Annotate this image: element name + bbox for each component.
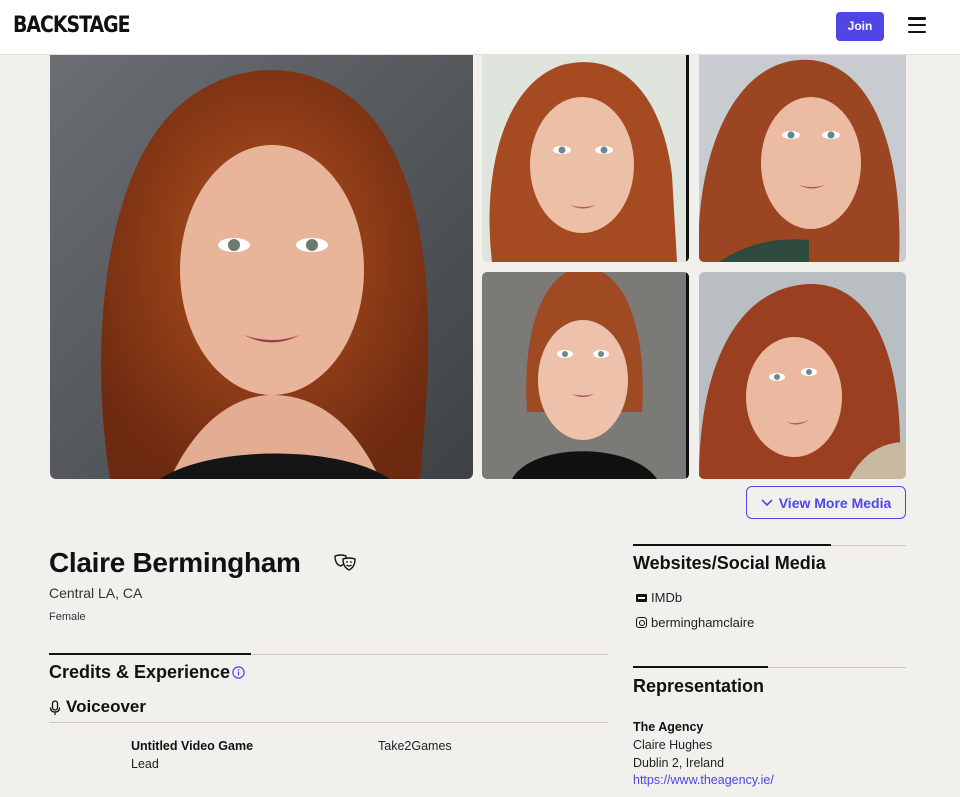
representation-agency: The Agency: [633, 720, 704, 734]
imdb-link[interactable]: IMDb: [636, 590, 682, 605]
social-divider-accent: [633, 544, 831, 546]
instagram-icon: [636, 617, 647, 628]
profile-gender: Female: [49, 611, 86, 623]
instagram-link[interactable]: berminghamclaire: [636, 615, 754, 630]
representation-agent: Claire Hughes: [633, 738, 713, 752]
imdb-icon: [636, 593, 647, 602]
chevron-down-icon: [761, 498, 773, 506]
view-more-media-button[interactable]: View More Media: [746, 486, 906, 519]
site-header: BACKSTAGE Join: [0, 0, 960, 55]
social-title: Websites/Social Media: [633, 553, 826, 573]
profile-name: Claire Bermingham: [49, 547, 301, 578]
headshot-photo-main[interactable]: [50, 55, 473, 479]
credit-title: Untitled Video Game: [131, 739, 254, 753]
representation-title: Representation: [633, 676, 765, 696]
credits-title: Credits & Experience: [49, 662, 231, 682]
credits-divider-accent: [49, 653, 251, 655]
credit-category-voiceover: Voiceover: [66, 697, 147, 716]
representation-address: Dublin 2, Ireland: [633, 756, 725, 770]
representation-website-link[interactable]: https://www.theagency.ie/: [633, 773, 774, 787]
info-icon[interactable]: [232, 666, 245, 679]
headshot-photo-3[interactable]: [699, 55, 906, 262]
backstage-logo[interactable]: BACKSTAGE: [13, 13, 131, 38]
imdb-link-label: IMDb: [651, 590, 683, 605]
representation-divider-accent: [633, 666, 768, 668]
headshot-photo-2[interactable]: [482, 55, 689, 262]
credit-company: Take2Games: [378, 739, 452, 753]
headshot-photo-4[interactable]: [482, 272, 689, 479]
microphone-icon: [49, 700, 61, 715]
hamburger-menu-icon[interactable]: [908, 17, 926, 34]
instagram-link-label: berminghamclaire: [651, 615, 755, 630]
profile-location: Central LA, CA: [49, 585, 143, 601]
credit-category-divider: [49, 722, 608, 723]
view-more-media-label: View More Media: [778, 494, 892, 511]
credit-role: Lead: [131, 757, 159, 771]
join-button[interactable]: Join: [836, 12, 884, 41]
headshot-photo-5[interactable]: [699, 272, 906, 479]
theater-masks-icon: [334, 554, 356, 571]
